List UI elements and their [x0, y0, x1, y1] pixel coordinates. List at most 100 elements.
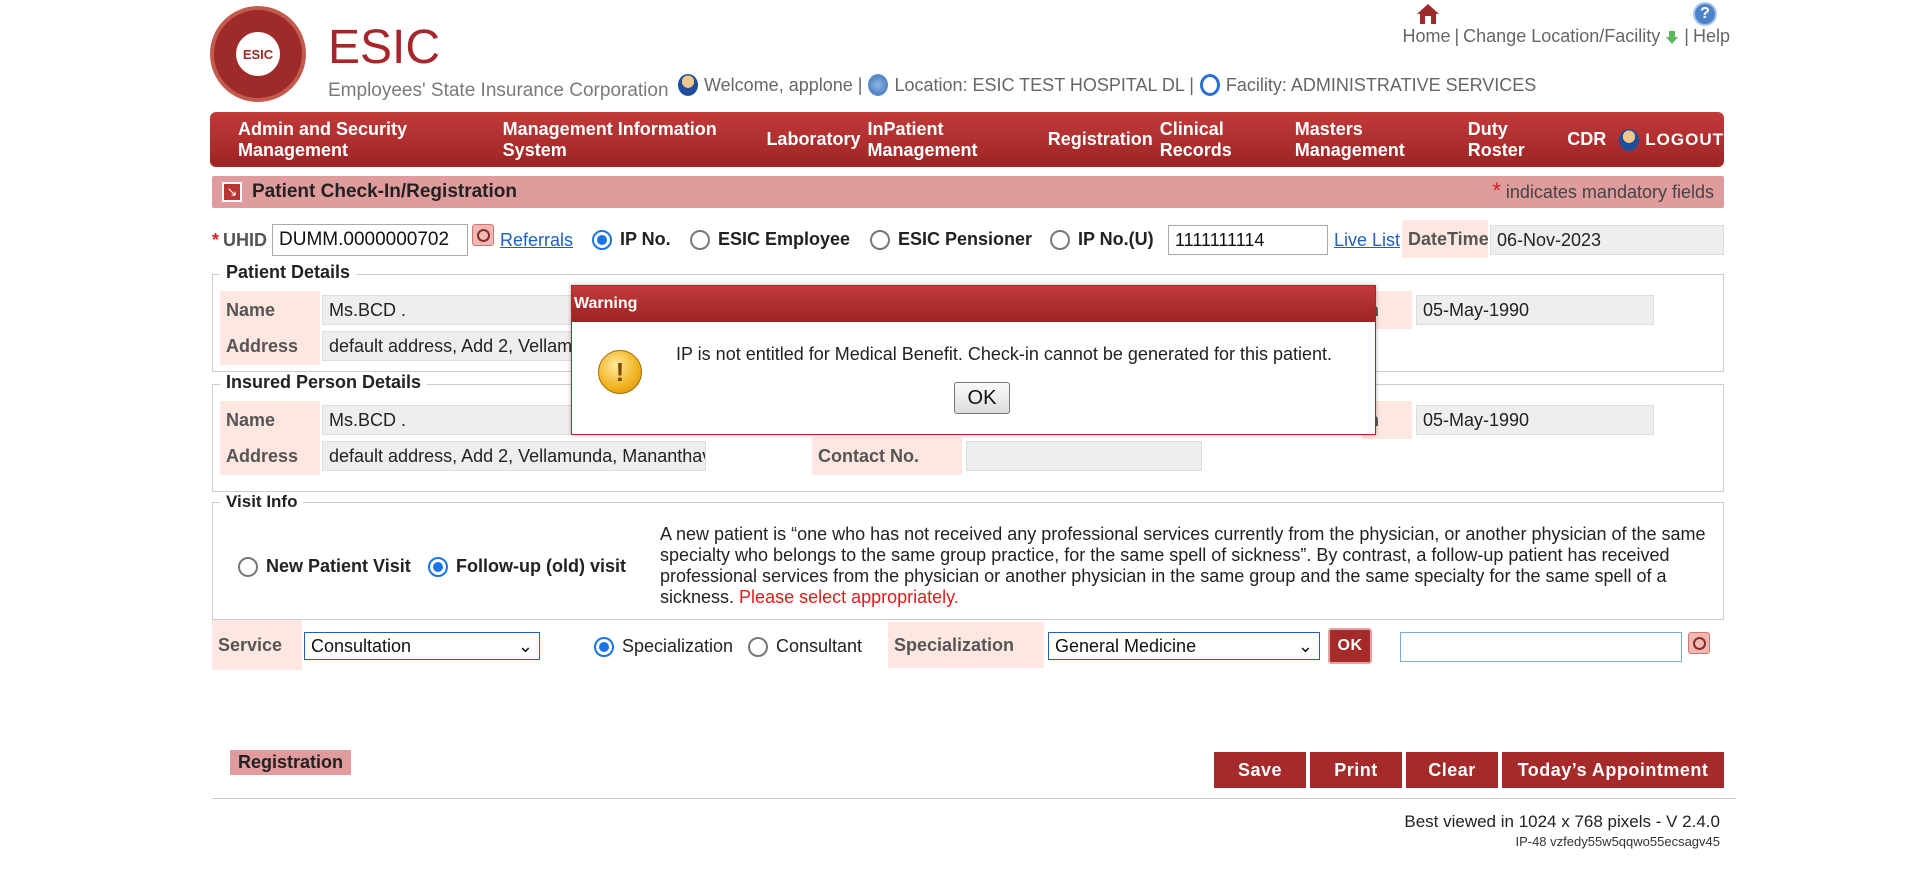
- dialog-title: Warning: [572, 286, 1375, 322]
- save-button[interactable]: Save: [1214, 752, 1306, 788]
- insured-address-label: Address: [220, 437, 320, 475]
- help-icon[interactable]: ?: [1693, 2, 1717, 26]
- radio-ip-no-button[interactable]: [592, 229, 612, 250]
- user-icon: [1619, 128, 1640, 151]
- page-title: Patient Check-In/Registration: [252, 181, 517, 202]
- menu-cdr[interactable]: CDR: [1567, 129, 1606, 150]
- radio-followup-visit[interactable]: Follow-up (old) visit: [428, 556, 626, 577]
- menu-management-information-system[interactable]: Management Information System: [503, 119, 760, 161]
- radio-ip-no[interactable]: IP No.: [592, 229, 671, 250]
- patient-address-label: Address: [220, 327, 320, 365]
- menu-registration[interactable]: Registration: [1048, 129, 1153, 150]
- brand-subtitle: Employees' State Insurance Corporation: [328, 80, 669, 101]
- user-icon: [678, 74, 698, 96]
- radio-specialization-button[interactable]: [594, 636, 614, 657]
- clear-button[interactable]: Clear: [1406, 752, 1498, 788]
- uhid-input[interactable]: DUMM.0000000702: [272, 224, 468, 256]
- contact-label: Contact No.: [812, 437, 962, 475]
- specialization-select[interactable]: General Medicine ⌄: [1048, 632, 1320, 660]
- menu-duty-roster[interactable]: Duty Roster: [1468, 119, 1561, 161]
- datetime-field: 06-Nov-2023: [1490, 225, 1724, 255]
- specialization-label: Specialization: [888, 622, 1044, 668]
- patient-name-label: Name: [220, 291, 320, 329]
- down-arrow-icon: [1666, 30, 1679, 44]
- warning-dialog: Warning ! IP is not entitled for Medical…: [571, 285, 1376, 435]
- uhid-label: UHID: [223, 229, 268, 250]
- ip-number-input[interactable]: 1111111114: [1168, 225, 1328, 255]
- radio-ip-no-u[interactable]: IP No.(U): [1050, 229, 1154, 250]
- home-link[interactable]: Home: [1402, 26, 1450, 47]
- doctor-search-icon[interactable]: [1688, 632, 1710, 654]
- service-select-value: Consultation: [311, 635, 412, 656]
- live-list-link[interactable]: Live List: [1334, 230, 1400, 251]
- specialization-ok-button[interactable]: OK: [1328, 628, 1372, 664]
- radio-new-visit[interactable]: New Patient Visit: [238, 556, 411, 577]
- clock-icon: [1199, 74, 1220, 96]
- radio-followup-button[interactable]: [428, 556, 448, 577]
- session-id-text: IP-48 vzfedy55w5qqwo55ecsagv45: [1515, 834, 1720, 849]
- visit-description: A new patient is “one who has not receiv…: [660, 524, 1722, 608]
- logout-button[interactable]: LOGOUT: [1619, 128, 1724, 151]
- radio-ip-no-u-label: IP No.(U): [1078, 229, 1154, 249]
- doctor-search-input[interactable]: [1400, 632, 1682, 662]
- brand-title: ESIC: [328, 21, 441, 74]
- contact-field: [966, 441, 1202, 471]
- insured-name-label: Name: [220, 401, 320, 439]
- dialog-message: IP is not entitled for Medical Benefit. …: [676, 344, 1333, 364]
- radio-esic-pensioner[interactable]: ESIC Pensioner: [870, 229, 1032, 250]
- uhid-label-group: * UHID: [212, 222, 267, 258]
- change-location-link[interactable]: Change Location/Facility: [1463, 26, 1660, 47]
- radio-followup-label: Follow-up (old) visit: [456, 556, 626, 576]
- collapse-arrow-icon[interactable]: ↘: [222, 182, 242, 202]
- logout-label: LOGOUT: [1645, 129, 1724, 149]
- radio-consultant-button[interactable]: [748, 636, 768, 657]
- esic-logo: ESIC: [210, 6, 306, 102]
- patient-details-legend: Patient Details: [220, 262, 357, 283]
- warning-icon: !: [598, 350, 642, 394]
- menu-laboratory[interactable]: Laboratory: [766, 129, 860, 150]
- radio-esic-employee[interactable]: ESIC Employee: [690, 229, 850, 250]
- menu-admin-security[interactable]: Admin and Security Management: [238, 119, 496, 161]
- chevron-down-icon: ⌄: [517, 635, 533, 656]
- radio-esic-employee-button[interactable]: [690, 229, 710, 250]
- patient-dob-field: 05-May-1990: [1416, 295, 1654, 325]
- uhid-search-icon[interactable]: [472, 224, 494, 246]
- mandatory-note: * indicates mandatory fields: [1492, 178, 1714, 204]
- required-star: *: [212, 229, 220, 250]
- separator: |: [1684, 26, 1689, 46]
- mandatory-text: indicates mandatory fields: [1505, 182, 1714, 202]
- top-links: Home | Change Location/Facility | Help: [1402, 26, 1730, 47]
- best-viewed-text: Best viewed in 1024 x 768 pixels - V 2.4…: [1404, 812, 1720, 831]
- radio-new-visit-button[interactable]: [238, 556, 258, 577]
- main-menu: Admin and Security Management Management…: [210, 112, 1724, 167]
- menu-masters[interactable]: Masters Management: [1295, 119, 1461, 161]
- dialog-ok-button[interactable]: OK: [954, 382, 1010, 414]
- menu-inpatient[interactable]: InPatient Management: [867, 119, 1040, 161]
- menu-clinical-records[interactable]: Clinical Records: [1160, 119, 1288, 161]
- menu-management-prefix: Management: [502, 118, 618, 139]
- service-select[interactable]: Consultation ⌄: [304, 632, 540, 660]
- home-icon[interactable]: [1415, 2, 1441, 26]
- registration-tab[interactable]: Registration: [230, 750, 352, 775]
- help-link[interactable]: Help: [1693, 26, 1730, 47]
- radio-consultant-label: Consultant: [776, 636, 863, 656]
- chevron-down-icon: ⌄: [1297, 635, 1313, 656]
- radio-esic-pensioner-button[interactable]: [870, 229, 890, 250]
- specialization-select-value: General Medicine: [1055, 635, 1197, 656]
- location-text: Location: ESIC TEST HOSPITAL DL |: [894, 74, 1194, 95]
- insured-details-legend: Insured Person Details: [220, 372, 428, 393]
- radio-specialization-label: Specialization: [622, 636, 734, 656]
- radio-new-visit-label: New Patient Visit: [266, 556, 411, 576]
- separator: |: [1454, 26, 1460, 46]
- opt-consultant[interactable]: Consultant: [748, 636, 862, 657]
- todays-appointment-button[interactable]: Today’s Appointment: [1502, 752, 1724, 788]
- radio-esic-employee-label: ESIC Employee: [718, 229, 851, 249]
- referrals-link[interactable]: Referrals: [500, 230, 573, 251]
- radio-ip-no-u-button[interactable]: [1050, 229, 1070, 250]
- radio-ip-no-label: IP No.: [620, 229, 671, 249]
- datetime-label: DateTime: [1402, 220, 1489, 258]
- user-bar: Welcome, applone | Location: ESIC TEST H…: [678, 74, 1536, 96]
- print-button[interactable]: Print: [1310, 752, 1402, 788]
- opt-specialization[interactable]: Specialization: [594, 636, 733, 657]
- visit-warning-text: Please select appropriately.: [739, 587, 959, 607]
